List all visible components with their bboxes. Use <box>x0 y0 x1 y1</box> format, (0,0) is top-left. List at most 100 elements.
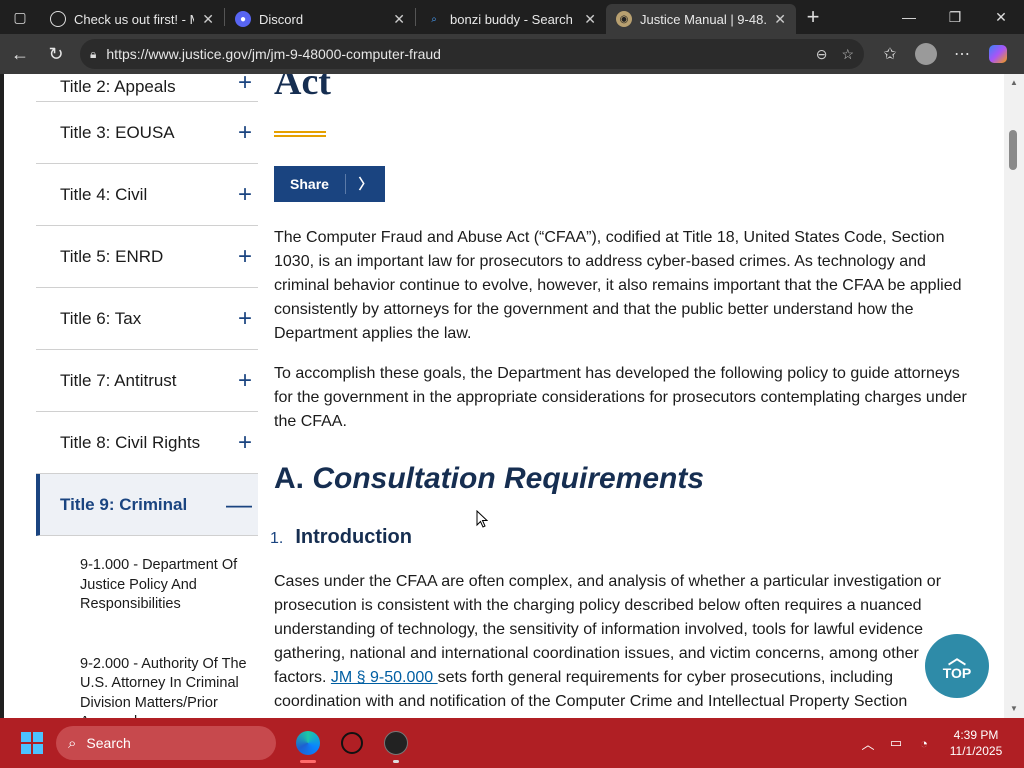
clock-time: 4:39 PM <box>953 728 999 742</box>
taskbar-search[interactable]: ⌕ Search <box>56 726 276 760</box>
app-taskbar-icon[interactable] <box>374 721 418 765</box>
taskbar-clock[interactable]: 4:39 PM 11/1/2025 <box>938 727 1014 759</box>
scroll-up-icon[interactable]: ▲ <box>1008 78 1020 88</box>
sidebar-item-label: Title 4: Civil <box>60 184 148 204</box>
vertical-scrollbar[interactable]: ▲ ▼ <box>1004 74 1024 718</box>
subsection-title: Introduction <box>295 526 412 548</box>
scroll-down-icon[interactable]: ▼ <box>1008 704 1020 714</box>
sidebar-item-title-9[interactable]: Title 9: Criminal — <box>36 474 258 536</box>
profile-avatar[interactable] <box>908 38 944 70</box>
sidebar-item-label: Title 2: Appeals <box>60 77 176 96</box>
favorites-icon[interactable]: ✩ <box>872 38 908 70</box>
sidebar-item-label: Title 6: Tax <box>60 308 142 328</box>
sidebar-item-title-7[interactable]: Title 7: Antitrust + <box>36 350 258 412</box>
sidebar-nav: Title 2: Appeals + Title 3: EOUSA + Titl… <box>36 74 258 718</box>
clock-date: 11/1/2025 <box>949 744 1003 758</box>
collapse-minus-icon[interactable]: — <box>226 489 252 520</box>
address-bar[interactable]: 🔒︎ https://www.justice.gov/jm/jm-9-48000… <box>80 39 864 69</box>
back-to-top-button[interactable]: ︿ TOP <box>925 634 989 698</box>
search-label: Search <box>86 735 131 751</box>
sidebar-item-label: Title 7: Antitrust <box>60 370 177 390</box>
share-button[interactable]: Share 〉 <box>274 166 385 202</box>
tab-justice-manual[interactable]: ◉ Justice Manual | 9-48.00 ✕ <box>606 4 796 34</box>
sidebar-item-title-5[interactable]: Title 5: ENRD + <box>36 226 258 288</box>
sidebar-item-title-4[interactable]: Title 4: Civil + <box>36 164 258 226</box>
browser-tab-strip: ▢ Check us out first! - Med ✕ ● Discord … <box>0 0 1024 34</box>
running-indicator <box>300 760 316 763</box>
tab-discord[interactable]: ● Discord ✕ <box>225 4 415 34</box>
restore-icon[interactable]: ❐ <box>932 0 978 34</box>
running-indicator <box>393 760 399 763</box>
goals-paragraph: To accomplish these goals, the Departmen… <box>274 365 967 430</box>
page-viewport: Title 2: Appeals + Title 3: EOUSA + Titl… <box>4 74 1004 718</box>
volume-icon[interactable]: ◔ <box>910 736 938 751</box>
section-title: Consultation Requirements <box>312 462 705 495</box>
title-divider <box>274 131 326 137</box>
new-tab-button[interactable]: + <box>796 0 830 34</box>
back-icon[interactable]: ← <box>2 38 38 70</box>
sidebar-item-title-2[interactable]: Title 2: Appeals + <box>36 74 258 102</box>
close-tab-icon[interactable]: ✕ <box>774 11 786 28</box>
tab-title: Check us out first! - Med <box>74 11 194 27</box>
search-icon: ⌕ <box>68 734 77 752</box>
sidebar-item-title-3[interactable]: Title 3: EOUSA + <box>36 102 258 164</box>
intro-paragraph: The Computer Fraud and Abuse Act (“CFAA”… <box>274 229 962 342</box>
close-tab-icon[interactable]: ✕ <box>202 11 214 28</box>
expand-plus-icon[interactable]: + <box>238 367 252 395</box>
lock-icon[interactable]: 🔒︎ <box>90 47 96 62</box>
cases-paragraph: Cases under the CFAA are often complex, … <box>274 570 972 714</box>
section-letter: A. <box>274 462 304 495</box>
close-tab-icon[interactable]: ✕ <box>584 11 596 28</box>
doj-seal-icon: ◉ <box>616 11 632 27</box>
favorite-star-icon[interactable]: ☆ <box>841 46 854 63</box>
search-icon: ⌕ <box>431 13 437 25</box>
sidebar-item-title-6[interactable]: Title 6: Tax + <box>36 288 258 350</box>
globe-app-taskbar-icon[interactable] <box>330 721 374 765</box>
sidebar-item-title-8[interactable]: Title 8: Civil Rights + <box>36 412 258 474</box>
expand-plus-icon[interactable]: + <box>238 74 252 97</box>
close-window-icon[interactable]: ✕ <box>978 0 1024 34</box>
expand-plus-icon[interactable]: + <box>238 181 252 209</box>
minimize-icon[interactable]: — <box>886 0 932 34</box>
sidebar-item-label: Title 8: Civil Rights <box>60 432 201 452</box>
windows-start-icon[interactable] <box>14 725 50 761</box>
tab-search[interactable]: ⌕ bonzi buddy - Search ✕ <box>416 4 606 34</box>
copilot-icon[interactable] <box>980 38 1016 70</box>
sidebar-subitem-9-2[interactable]: 9-2.000 - Authority Of The U.S. Attorney… <box>36 615 258 719</box>
more-menu-icon[interactable]: ⋯ <box>944 38 980 70</box>
mouse-cursor-icon <box>476 510 488 528</box>
tab-title: Justice Manual | 9-48.00 <box>640 11 767 27</box>
subsection-heading: 1. Introduction <box>270 526 412 549</box>
globe-icon <box>50 11 66 27</box>
edge-taskbar-icon[interactable] <box>286 721 330 765</box>
expand-plus-icon[interactable]: + <box>238 305 252 333</box>
page-title: Act <box>274 74 331 103</box>
windows-logo-icon <box>21 732 43 754</box>
windows-taskbar: ⌕ Search ︿ ▭ ◔ 4:39 PM 11/1/2025 <box>0 718 1024 768</box>
tab-actions-icon[interactable]: ▢ <box>0 0 40 34</box>
chevron-right-icon: 〉 <box>358 176 373 192</box>
jm-9-50-link[interactable]: JM § 9-50.000 <box>331 669 438 686</box>
url-text: https://www.justice.gov/jm/jm-9-48000-co… <box>106 46 441 62</box>
refresh-icon[interactable]: ↻ <box>38 38 74 70</box>
reading-view-icon[interactable]: ⊖ <box>816 46 828 63</box>
show-hidden-icons-chevron-icon[interactable]: ︿ <box>854 734 882 753</box>
tab-title: bonzi buddy - Search <box>450 11 573 27</box>
section-heading: A. Consultation Requirements <box>274 462 704 496</box>
expand-plus-icon[interactable]: + <box>238 119 252 147</box>
system-tray: ︿ ▭ ◔ 4:39 PM 11/1/2025 <box>854 718 1024 768</box>
scrollbar-thumb[interactable] <box>1009 130 1017 170</box>
tab-med[interactable]: Check us out first! - Med ✕ <box>40 4 224 34</box>
subsection-number: 1. <box>270 530 284 547</box>
top-label: TOP <box>942 665 972 681</box>
share-label: Share <box>274 174 346 194</box>
network-icon[interactable]: ▭ <box>882 735 910 751</box>
discord-icon: ● <box>235 11 251 27</box>
expand-plus-icon[interactable]: + <box>238 429 252 457</box>
sidebar-item-label: Title 3: EOUSA <box>60 122 175 142</box>
sidebar-subitem-9-1[interactable]: 9-1.000 - Department Of Justice Policy A… <box>36 536 258 615</box>
tab-title: Discord <box>259 11 304 27</box>
expand-plus-icon[interactable]: + <box>238 243 252 271</box>
browser-toolbar: ← ↻ 🔒︎ https://www.justice.gov/jm/jm-9-4… <box>0 34 1024 74</box>
close-tab-icon[interactable]: ✕ <box>393 11 405 28</box>
